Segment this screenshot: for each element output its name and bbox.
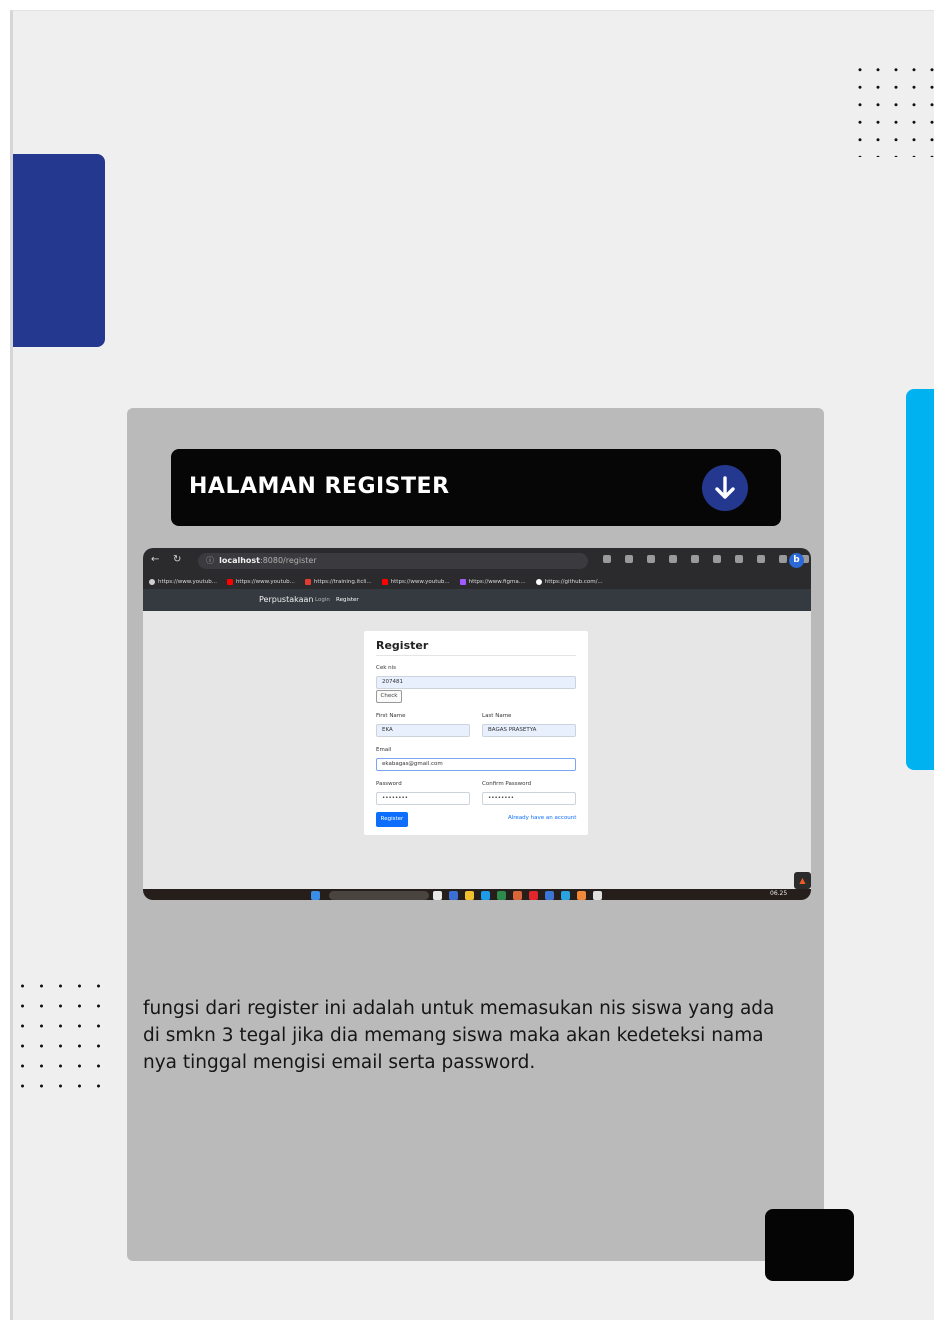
navbar-brand[interactable]: Perpustakaan: [259, 595, 313, 604]
decorative-navy-block: [13, 154, 105, 347]
nav-link-login[interactable]: Login: [315, 597, 330, 603]
divider: [376, 655, 576, 656]
bookmark-item[interactable]: https://github.com/...: [535, 578, 603, 585]
copilot-icon[interactable]: b: [789, 553, 804, 568]
taskbar-app-icon[interactable]: [497, 891, 506, 900]
register-button[interactable]: Register: [376, 812, 408, 827]
windows-taskbar: 06.25: [143, 889, 811, 900]
nav-link-register[interactable]: Register: [336, 597, 359, 603]
register-page-screenshot: ← ↻ ⓘ localhost:8080/register b https://…: [143, 548, 811, 900]
decorative-dot-grid-top-right: [851, 61, 934, 157]
email-label: Email: [376, 747, 392, 753]
first-name-input[interactable]: EKA: [376, 724, 470, 737]
nis-label: Cek nis: [376, 665, 397, 671]
bookmark-item[interactable]: https://www.youtub...: [149, 578, 217, 585]
taskbar-app-icon[interactable]: [465, 891, 474, 900]
arrow-down-icon[interactable]: [702, 465, 748, 511]
taskbar-app-icon[interactable]: [577, 891, 586, 900]
taskbar-app-icon[interactable]: [481, 891, 490, 900]
bookmark-item[interactable]: https://www.figma....: [459, 578, 526, 585]
browser-extension-icons[interactable]: [603, 555, 809, 563]
bookmark-item[interactable]: https://www.youtub...: [226, 578, 295, 585]
last-name-input[interactable]: BAGAS PRASETYA: [482, 724, 576, 737]
app-navbar: Perpustakaan Login Register: [143, 589, 811, 611]
decorative-dot-grid-bottom-left: [13, 976, 113, 1088]
taskbar-app-icon[interactable]: [545, 891, 554, 900]
browser-toolbar: ← ↻ ⓘ localhost:8080/register b: [143, 548, 811, 574]
title-banner: HALAMAN REGISTER: [171, 449, 781, 526]
taskbar-app-icon[interactable]: [593, 891, 602, 900]
taskbar-app-icon[interactable]: [561, 891, 570, 900]
confirm-password-label: Confirm Password: [482, 781, 532, 787]
confirm-password-input[interactable]: ••••••••: [482, 792, 576, 805]
document-page: HALAMAN REGISTER ← ↻ ⓘ localhost:8080/re…: [10, 10, 934, 1320]
bookmark-item[interactable]: https://training.itcli...: [304, 578, 372, 585]
first-name-label: First Name: [376, 713, 406, 719]
youtube-icon: [381, 578, 388, 585]
taskbar-app-icon[interactable]: [529, 891, 538, 900]
section-title: HALAMAN REGISTER: [189, 474, 450, 499]
last-name-label: Last Name: [482, 713, 512, 719]
register-form: Register Cek nis 207481 Check First Name…: [364, 631, 588, 835]
training-icon: [304, 578, 311, 585]
nis-input[interactable]: 207481: [376, 676, 576, 689]
content-card: HALAMAN REGISTER ← ↻ ⓘ localhost:8080/re…: [127, 408, 824, 1261]
bookmarks-bar: https://www.youtub... https://www.youtub…: [143, 574, 811, 589]
check-button[interactable]: Check: [376, 690, 402, 703]
youtube-icon: [149, 578, 155, 585]
bookmark-item[interactable]: https://www.youtub...: [381, 578, 450, 585]
youtube-icon: [226, 578, 233, 585]
address-bar[interactable]: ⓘ localhost:8080/register: [198, 553, 588, 569]
url-text: ⓘ localhost:8080/register: [206, 556, 317, 565]
form-title: Register: [376, 639, 429, 652]
refresh-icon[interactable]: ↻: [173, 554, 181, 565]
email-input[interactable]: ekabagas@gmail.com: [376, 758, 576, 771]
description-text: fungsi dari register ini adalah untuk me…: [143, 998, 775, 1073]
decorative-cyan-bar: [906, 389, 934, 770]
password-input[interactable]: ••••••••: [376, 792, 470, 805]
password-label: Password: [376, 781, 402, 787]
taskbar-app-icon[interactable]: [433, 891, 442, 900]
taskbar-search[interactable]: [329, 891, 429, 900]
back-arrow-icon[interactable]: ←: [151, 554, 159, 565]
figma-icon: [459, 578, 466, 585]
taskbar-app-icon[interactable]: [449, 891, 458, 900]
decorative-black-square: [765, 1209, 854, 1281]
taskbar-app-icon[interactable]: [513, 891, 522, 900]
github-icon: [535, 578, 542, 585]
windows-start-icon[interactable]: [311, 891, 320, 900]
login-link[interactable]: Already have an account: [508, 815, 576, 821]
taskbar-clock: 06.25: [770, 890, 788, 897]
scroll-up-icon[interactable]: ▲: [794, 872, 811, 889]
